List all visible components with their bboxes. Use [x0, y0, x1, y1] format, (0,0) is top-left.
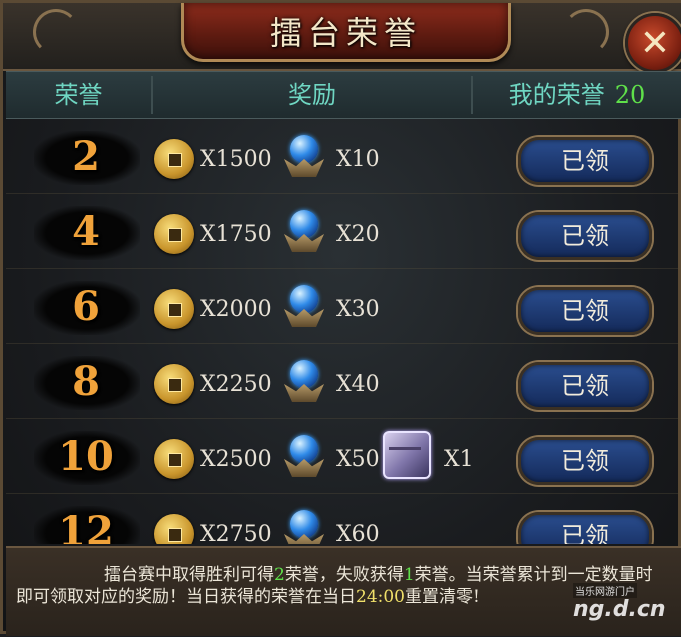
blue-orb-icon [282, 285, 326, 331]
top-bar: 擂台荣誉 [3, 3, 681, 71]
orb-quantity: X50 [336, 447, 380, 472]
site-watermark: 当乐网游门户 ng.d.cn [539, 583, 681, 637]
claimed-button[interactable]: 已领 [518, 287, 652, 335]
reset-time: 24:00 [356, 587, 405, 607]
watermark-small: 当乐网游门户 [573, 583, 637, 598]
honor-requirement: 2 [72, 133, 100, 180]
title-plate: 擂台荣誉 [181, 3, 511, 62]
reward-row: 2 X1500 X10 已领 [6, 119, 681, 194]
right-ornament-icon [563, 9, 609, 55]
orb-quantity: X10 [336, 147, 380, 172]
coin-quantity: X2750 [200, 522, 272, 544]
reward-row: 10 X2500 X50 X1 已领 [6, 419, 681, 494]
copper-coin-icon [154, 439, 194, 479]
reward-row: 4 X1750 X20 已领 [6, 194, 681, 269]
coin-quantity: X2500 [200, 447, 272, 472]
coin-quantity: X2000 [200, 297, 272, 322]
claimed-button[interactable]: 已领 [518, 512, 652, 544]
copper-coin-icon [154, 139, 194, 179]
blue-orb-icon [282, 435, 326, 481]
reward-row: 8 X2250 X40 已领 [6, 344, 681, 419]
honor-requirement: 10 [58, 433, 114, 480]
copper-coin-icon [154, 289, 194, 329]
coin-quantity: X1750 [200, 222, 272, 247]
reward-row: 6 X2000 X30 已领 [6, 269, 681, 344]
header-my-honor: 我的荣誉 20 [473, 72, 681, 118]
rules-part: 擂台赛中取得胜利可得 [104, 565, 274, 585]
blue-orb-icon [282, 135, 326, 181]
table-header: 荣誉 奖励 我的荣誉 20 [6, 71, 681, 119]
close-button[interactable]: ✕ [625, 13, 681, 73]
win-points: 2 [274, 565, 285, 585]
honor-requirement: 12 [58, 508, 114, 544]
left-ornament-icon [33, 9, 79, 55]
honor-requirement: 6 [72, 283, 100, 330]
treasure-chest-icon [383, 431, 431, 479]
rules-part: 荣誉，失败获得 [284, 565, 404, 585]
watermark-big: ng.d.cn [573, 597, 666, 622]
header-reward: 奖励 [288, 81, 336, 109]
my-honor-label: 我的荣誉 [508, 81, 605, 109]
coin-quantity: X1500 [200, 147, 272, 172]
honor-panel: 擂台荣誉 ✕ 荣誉 奖励 我的荣誉 20 2 X1500 X10 已领 4 X17… [0, 0, 681, 637]
my-honor-value: 20 [614, 81, 646, 109]
rules-part: 重置清零! [405, 587, 480, 607]
reward-row: 12 X2750 X60 已领 [6, 494, 681, 544]
claimed-button[interactable]: 已领 [518, 437, 652, 485]
claimed-button[interactable]: 已领 [518, 212, 652, 260]
blue-orb-icon [282, 210, 326, 256]
panel-title: 擂台荣誉 [269, 14, 422, 52]
chest-quantity: X1 [444, 447, 474, 472]
orb-quantity: X20 [336, 222, 380, 247]
orb-quantity: X40 [336, 372, 380, 397]
reward-list[interactable]: 2 X1500 X10 已领 4 X1750 X20 已领 6 X2000 X3… [6, 119, 681, 544]
orb-quantity: X60 [336, 522, 380, 544]
copper-coin-icon [154, 364, 194, 404]
copper-coin-icon [154, 514, 194, 544]
lose-points: 1 [403, 565, 415, 585]
copper-coin-icon [154, 214, 194, 254]
blue-orb-icon [282, 510, 326, 544]
coin-quantity: X2250 [200, 372, 272, 397]
claimed-button[interactable]: 已领 [518, 137, 652, 185]
honor-requirement: 4 [72, 208, 100, 255]
orb-quantity: X30 [336, 297, 380, 322]
honor-requirement: 8 [72, 358, 100, 405]
claimed-button[interactable]: 已领 [518, 362, 652, 410]
blue-orb-icon [282, 360, 326, 406]
header-honor: 荣誉 [54, 81, 103, 109]
